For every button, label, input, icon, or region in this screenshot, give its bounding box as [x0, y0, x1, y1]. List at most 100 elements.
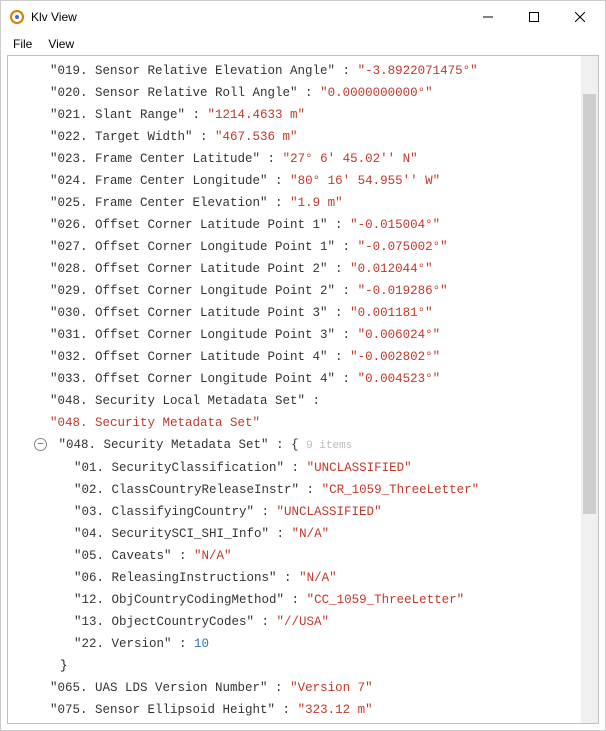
- klv-row[interactable]: "020. Sensor Relative Roll Angle" : "0.0…: [8, 82, 598, 104]
- klv-sep: :: [260, 152, 283, 166]
- items-count-hint: 9 items: [306, 440, 352, 452]
- klv-row[interactable]: "032. Offset Corner Latitude Point 4" : …: [8, 346, 598, 368]
- klv-value: "N/A": [194, 549, 232, 563]
- klv-row[interactable]: "075. Sensor Ellipsoid Height" : "323.12…: [8, 699, 598, 721]
- klv-sep: :: [254, 615, 277, 629]
- klv-sep: :: [305, 394, 320, 408]
- klv-sep: :: [269, 527, 292, 541]
- content-pane: "019. Sensor Relative Elevation Angle" :…: [7, 55, 599, 724]
- klv-sep: :: [254, 505, 277, 519]
- klv-open-brace: : {: [269, 438, 307, 452]
- klv-row[interactable]: "031. Offset Corner Longitude Point 3" :…: [8, 324, 598, 346]
- klv-sep: :: [335, 64, 358, 78]
- klv-value: "CC_1059_ThreeLetter": [307, 593, 465, 607]
- klv-sep: :: [185, 108, 208, 122]
- klv-row[interactable]: "22. Version" : 10: [8, 633, 598, 655]
- klv-key: "032. Offset Corner Latitude Point 4": [50, 350, 328, 364]
- klv-value: "0.006024°": [358, 328, 441, 342]
- klv-row[interactable]: "06. ReleasingInstructions" : "N/A": [8, 567, 598, 589]
- klv-sep: :: [335, 372, 358, 386]
- klv-row[interactable]: "13. ObjectCountryCodes" : "//USA": [8, 611, 598, 633]
- klv-value: "-0.075002°": [358, 240, 448, 254]
- klv-row[interactable]: "048. Security Metadata Set": [8, 412, 598, 434]
- klv-key: "13. ObjectCountryCodes": [74, 615, 254, 629]
- klv-sep: :: [328, 218, 351, 232]
- klv-sep: :: [172, 549, 195, 563]
- klv-row[interactable]: "04. SecuritySCI_SHI_Info" : "N/A": [8, 523, 598, 545]
- close-button[interactable]: [557, 1, 603, 33]
- klv-sep: :: [335, 240, 358, 254]
- klv-key: "01. SecurityClassification": [74, 461, 284, 475]
- minimize-button[interactable]: [465, 1, 511, 33]
- klv-row[interactable]: "03. ClassifyingCountry" : "UNCLASSIFIED…: [8, 501, 598, 523]
- klv-close-brace: }: [8, 655, 598, 677]
- klv-row[interactable]: "027. Offset Corner Longitude Point 1" :…: [8, 236, 598, 258]
- klv-key: "048. Security Metadata Set": [59, 438, 269, 452]
- klv-value: "0.001181°": [350, 306, 433, 320]
- klv-row[interactable]: "029. Offset Corner Longitude Point 2" :…: [8, 280, 598, 302]
- klv-row[interactable]: "021. Slant Range" : "1214.4633 m": [8, 104, 598, 126]
- klv-value: "Version 7": [290, 681, 373, 695]
- klv-key: "022. Target Width": [50, 130, 193, 144]
- klv-tree[interactable]: "019. Sensor Relative Elevation Angle" :…: [8, 56, 598, 723]
- klv-row[interactable]: "019. Sensor Relative Elevation Angle" :…: [8, 60, 598, 82]
- klv-object-row[interactable]: − "048. Security Metadata Set" : { 9 ite…: [8, 434, 598, 457]
- klv-row[interactable]: "025. Frame Center Elevation" : "1.9 m": [8, 192, 598, 214]
- vertical-scrollbar[interactable]: [581, 56, 598, 723]
- klv-row[interactable]: "05. Caveats" : "N/A": [8, 545, 598, 567]
- maximize-button[interactable]: [511, 1, 557, 33]
- klv-value: "048. Security Metadata Set": [50, 416, 260, 430]
- menu-file[interactable]: File: [5, 35, 40, 53]
- window-title: Klv View: [31, 10, 465, 24]
- klv-row[interactable]: "023. Frame Center Latitude" : "27° 6' 4…: [8, 148, 598, 170]
- klv-sep: :: [275, 703, 298, 717]
- klv-value: "-0.015004°": [350, 218, 440, 232]
- klv-row[interactable]: "048. Security Local Metadata Set" :: [8, 390, 598, 412]
- klv-value: "80° 16' 54.955'' W": [290, 174, 440, 188]
- klv-key: "025. Frame Center Elevation": [50, 196, 268, 210]
- klv-value: "0.004523°": [358, 372, 441, 386]
- klv-key: "026. Offset Corner Latitude Point 1": [50, 218, 328, 232]
- app-window: Klv View File View "019. Sensor Relative…: [0, 0, 606, 731]
- klv-key: "021. Slant Range": [50, 108, 185, 122]
- klv-sep: :: [299, 483, 322, 497]
- klv-value: "//USA": [277, 615, 330, 629]
- klv-key: "020. Sensor Relative Roll Angle": [50, 86, 298, 100]
- klv-row[interactable]: "028. Offset Corner Latitude Point 2" : …: [8, 258, 598, 280]
- klv-value: "323.12 m": [298, 703, 373, 717]
- klv-value: "UNCLASSIFIED": [277, 505, 382, 519]
- klv-sep: :: [268, 196, 291, 210]
- klv-sep: :: [193, 130, 216, 144]
- klv-value: "N/A": [299, 571, 337, 585]
- klv-key: "04. SecuritySCI_SHI_Info": [74, 527, 269, 541]
- klv-value: 10: [194, 637, 209, 651]
- klv-row[interactable]: "01. SecurityClassification" : "UNCLASSI…: [8, 457, 598, 479]
- klv-value: "UNCLASSIFIED": [307, 461, 412, 475]
- klv-row[interactable]: "033. Offset Corner Longitude Point 4" :…: [8, 368, 598, 390]
- klv-sep: :: [328, 306, 351, 320]
- scrollbar-thumb[interactable]: [583, 94, 596, 514]
- klv-row[interactable]: "030. Offset Corner Latitude Point 3" : …: [8, 302, 598, 324]
- klv-sep: :: [298, 86, 321, 100]
- klv-key: "06. ReleasingInstructions": [74, 571, 277, 585]
- klv-sep: :: [284, 461, 307, 475]
- klv-value: "0.0000000000°": [320, 86, 433, 100]
- klv-value: "1214.4633 m": [208, 108, 306, 122]
- menu-view[interactable]: View: [40, 35, 82, 53]
- klv-key: "029. Offset Corner Longitude Point 2": [50, 284, 335, 298]
- klv-sep: :: [335, 284, 358, 298]
- app-icon: [9, 9, 25, 25]
- klv-key: "03. ClassifyingCountry": [74, 505, 254, 519]
- collapse-icon[interactable]: −: [34, 438, 47, 451]
- klv-row[interactable]: "02. ClassCountryReleaseInstr" : "CR_105…: [8, 479, 598, 501]
- klv-key: "023. Frame Center Latitude": [50, 152, 260, 166]
- klv-row[interactable]: "026. Offset Corner Latitude Point 1" : …: [8, 214, 598, 236]
- titlebar[interactable]: Klv View: [1, 1, 605, 33]
- klv-row[interactable]: "12. ObjCountryCodingMethod" : "CC_1059_…: [8, 589, 598, 611]
- klv-sep: :: [328, 350, 351, 364]
- klv-row[interactable]: "022. Target Width" : "467.536 m": [8, 126, 598, 148]
- klv-value: "467.536 m": [215, 130, 298, 144]
- klv-row[interactable]: "024. Frame Center Longitude" : "80° 16'…: [8, 170, 598, 192]
- klv-value: "-0.019286°": [358, 284, 448, 298]
- klv-row[interactable]: "065. UAS LDS Version Number" : "Version…: [8, 677, 598, 699]
